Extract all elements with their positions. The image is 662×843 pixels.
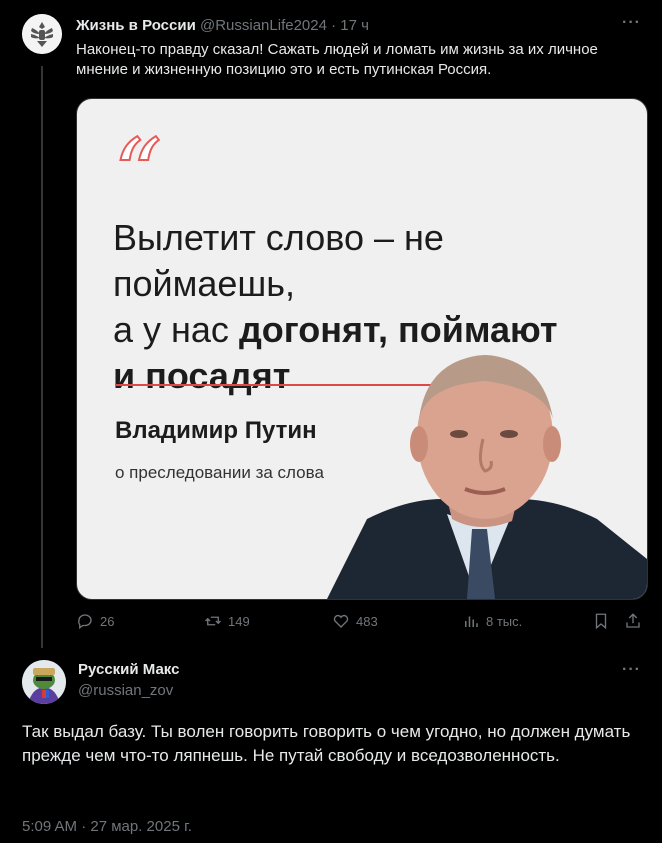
author-handle[interactable]: @RussianLife2024 bbox=[200, 17, 327, 34]
views-button[interactable]: 8 тыс. bbox=[462, 612, 522, 630]
pepe-avatar-icon bbox=[22, 660, 66, 704]
quote-author: Владимир Путин bbox=[115, 417, 317, 444]
like-count: 483 bbox=[356, 613, 378, 629]
like-icon bbox=[333, 614, 349, 628]
author-handle[interactable]: @russian_zov bbox=[78, 682, 179, 699]
quote-mark-icon: “ bbox=[112, 119, 163, 231]
author-name[interactable]: Жизнь в России bbox=[76, 17, 196, 34]
tweet-time[interactable]: · 17 ч bbox=[331, 17, 369, 34]
quote-subtitle: о преследовании за слова bbox=[115, 463, 324, 482]
more-icon[interactable]: ··· bbox=[622, 661, 641, 679]
emblem-avatar-icon bbox=[22, 14, 62, 54]
thread-connector-line bbox=[41, 66, 43, 648]
tweet-actions: 26 149 483 8 тыс. bbox=[76, 612, 648, 634]
speaker-photo bbox=[327, 355, 647, 599]
reply-icon bbox=[78, 614, 92, 630]
more-icon[interactable]: ··· bbox=[622, 14, 641, 32]
repost-icon bbox=[205, 616, 221, 626]
repost-count: 149 bbox=[228, 613, 250, 629]
tweet-timestamp[interactable]: 5:09 AM · 27 мар. 2025 г. bbox=[22, 818, 192, 835]
tweet-header: Русский Макс @russian_zov bbox=[78, 661, 179, 699]
repost-button[interactable]: 149 bbox=[204, 612, 250, 630]
share-icon bbox=[626, 613, 640, 628]
views-count: 8 тыс. bbox=[486, 613, 523, 629]
bookmark-icon bbox=[595, 613, 607, 630]
author-name[interactable]: Русский Макс bbox=[78, 661, 179, 678]
quote-line-2-regular: а у нас bbox=[113, 309, 239, 350]
quote-line-3-bold: и посадят bbox=[113, 355, 291, 396]
share-button[interactable] bbox=[624, 612, 642, 630]
reply-count: 26 bbox=[100, 613, 115, 629]
tweet-text: Наконец-то правду сказал! Сажать людей и… bbox=[76, 41, 598, 78]
tweet-media-image[interactable]: “ Вылетит слово – не поймаешь, а у нас д… bbox=[76, 98, 648, 600]
tweet-text: Так выдал базу. Ты волен говорить говори… bbox=[22, 722, 631, 765]
tweet-header: Жизнь в России @RussianLife2024 · 17 ч bbox=[76, 17, 369, 34]
views-icon bbox=[465, 616, 478, 627]
avatar[interactable] bbox=[22, 14, 62, 54]
quote-line-1: Вылетит слово – не поймаешь, bbox=[113, 217, 444, 304]
avatar[interactable] bbox=[22, 660, 66, 704]
bookmark-button[interactable] bbox=[592, 612, 610, 630]
like-button[interactable]: 483 bbox=[332, 612, 378, 630]
reply-button[interactable]: 26 bbox=[76, 612, 114, 630]
